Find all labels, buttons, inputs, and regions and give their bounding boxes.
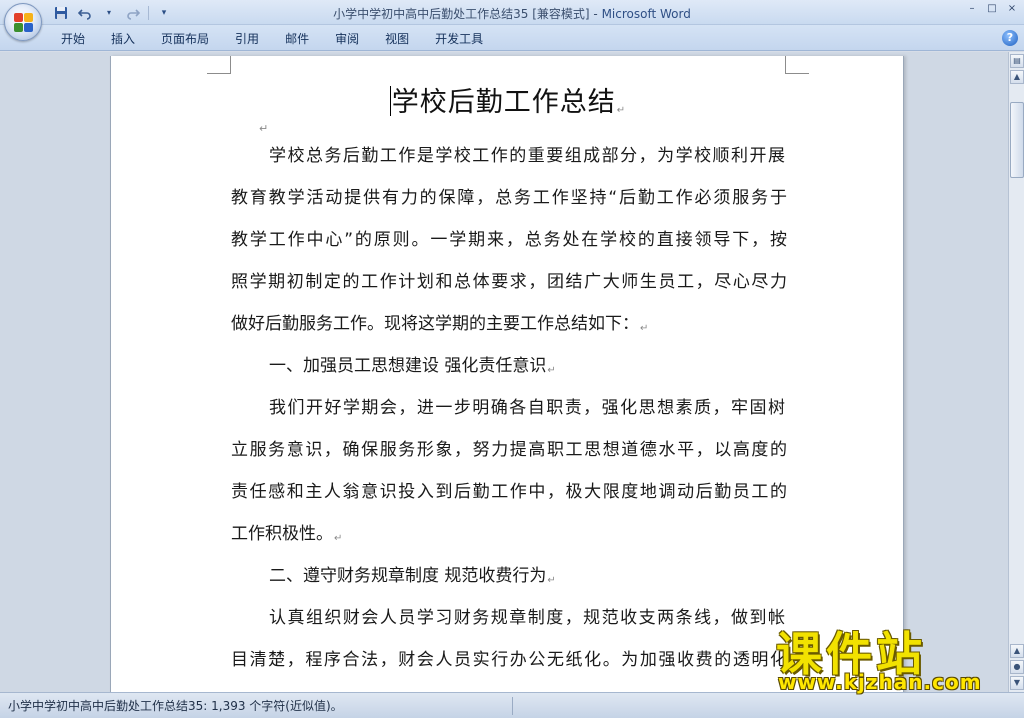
scroll-up-icon[interactable]: ▲: [1010, 70, 1024, 84]
paragraph-line: 我们开好学期会，进一步明确各自职责，强化思想素质，牢固树: [269, 398, 785, 418]
paragraph-mark-icon: ↵: [259, 122, 269, 135]
section-heading: 一、加强员工思想建设 强化责任意识↵: [269, 354, 556, 378]
paragraph-mark-icon: ↵: [547, 365, 556, 376]
office-button[interactable]: [4, 3, 42, 41]
tab-developer[interactable]: 开发工具: [422, 30, 496, 48]
status-word-count[interactable]: 小学中学初中高中后勤处工作总结35: 1,393 个字符(近似值)。: [8, 697, 343, 714]
office-logo-icon: [14, 13, 34, 33]
maximize-button[interactable]: □: [984, 2, 1000, 16]
ribbon-tab-bar: 开始 插入 页面布局 引用 邮件 审阅 视图 开发工具 ?: [0, 25, 1024, 51]
paragraph-line: 立服务意识，确保服务形象，努力提高职工思想道德水平，以高度的: [231, 440, 787, 460]
tab-references[interactable]: 引用: [222, 30, 272, 48]
tab-review[interactable]: 审阅: [322, 30, 372, 48]
paragraph-line: 目清楚，程序合法，财会人员实行办公无纸化。为加强收费的透明化: [231, 650, 787, 670]
document-page[interactable]: 学校后勤工作总结↵ ↵ 学校总务后勤工作是学校工作的重要组成部分，为学校顺利开展…: [110, 56, 904, 692]
document-title: 学校后勤工作总结↵: [111, 80, 905, 119]
tab-home[interactable]: 开始: [48, 30, 98, 48]
paragraph-line: 责任感和主人翁意识投入到后勤工作中，极大限度地调动后勤员工的: [231, 482, 787, 502]
title-separator: -: [589, 7, 602, 21]
app-name: Microsoft Word: [601, 7, 691, 21]
paragraph-mark-icon: ↵: [640, 323, 649, 334]
vertical-scrollbar[interactable]: ▤ ▲ ▲ ● ▼: [1008, 52, 1024, 692]
section-heading-text: 二、遵守财务规章制度 规范收费行为: [269, 566, 547, 586]
paragraph-mark-icon: ↵: [334, 533, 343, 544]
next-page-icon[interactable]: ▼: [1010, 676, 1024, 690]
margin-marker-top-left: [207, 56, 231, 74]
paragraph-mark-icon: ↵: [616, 105, 627, 116]
document-name: 小学中学初中高中后勤处工作总结35 [兼容模式]: [333, 7, 590, 21]
section-heading-text: 一、加强员工思想建设 强化责任意识: [269, 356, 547, 376]
paragraph-line: 工作积极性。↵: [231, 522, 342, 546]
close-button[interactable]: ×: [1004, 2, 1020, 16]
paragraph-mark-icon: ↵: [547, 575, 556, 586]
tab-view[interactable]: 视图: [372, 30, 422, 48]
watermark-url: www.kjzhan.com: [778, 670, 982, 694]
document-workspace: 学校后勤工作总结↵ ↵ 学校总务后勤工作是学校工作的重要组成部分，为学校顺利开展…: [0, 52, 1008, 692]
margin-marker-top-right: [785, 56, 809, 74]
previous-page-icon[interactable]: ▲: [1010, 644, 1024, 658]
minimize-button[interactable]: –: [964, 2, 980, 16]
document-title-text: 学校后勤工作总结: [391, 87, 616, 118]
scroll-thumb[interactable]: [1010, 102, 1024, 178]
paragraph-line: 做好后勤服务工作。现将这学期的主要工作总结如下：↵: [231, 312, 648, 336]
paragraph-line: 学校总务后勤工作是学校工作的重要组成部分，为学校顺利开展: [269, 146, 785, 166]
browse-object-icon[interactable]: ●: [1010, 660, 1024, 674]
text-cursor: [389, 86, 391, 116]
window-controls: – □ ×: [964, 2, 1020, 16]
tab-insert[interactable]: 插入: [98, 30, 148, 48]
ruler-toggle-icon[interactable]: ▤: [1010, 54, 1024, 68]
status-divider: [512, 697, 513, 715]
paragraph-line: 照学期初制定的工作计划和总体要求，团结广大师生员工，尽心尽力: [231, 272, 787, 292]
paragraph-line-text: 做好后勤服务工作。现将这学期的主要工作总结如下：: [231, 314, 639, 334]
section-heading: 二、遵守财务规章制度 规范收费行为↵: [269, 564, 556, 588]
paragraph-line-text: 工作积极性。: [231, 524, 333, 544]
help-icon[interactable]: ?: [1002, 30, 1018, 46]
paragraph-line: 教育教学活动提供有力的保障，总务工作坚持“后勤工作必须服务于: [231, 188, 787, 208]
status-bar: 小学中学初中高中后勤处工作总结35: 1,393 个字符(近似值)。: [0, 692, 1024, 718]
paragraph-line: 认真组织财会人员学习财务规章制度，规范收支两条线，做到帐: [269, 608, 785, 628]
ribbon-tabs: 开始 插入 页面布局 引用 邮件 审阅 视图 开发工具: [48, 30, 496, 48]
title-bar: ▾ ▾ 小学中学初中高中后勤处工作总结35 [兼容模式] - Microsoft…: [0, 0, 1024, 25]
tab-page-layout[interactable]: 页面布局: [148, 30, 222, 48]
paragraph-line: 教学工作中心”的原则。一学期来，总务处在学校的直接领导下，按: [231, 230, 787, 250]
tab-mailings[interactable]: 邮件: [272, 30, 322, 48]
window-title: 小学中学初中高中后勤处工作总结35 [兼容模式] - Microsoft Wor…: [0, 5, 1024, 22]
